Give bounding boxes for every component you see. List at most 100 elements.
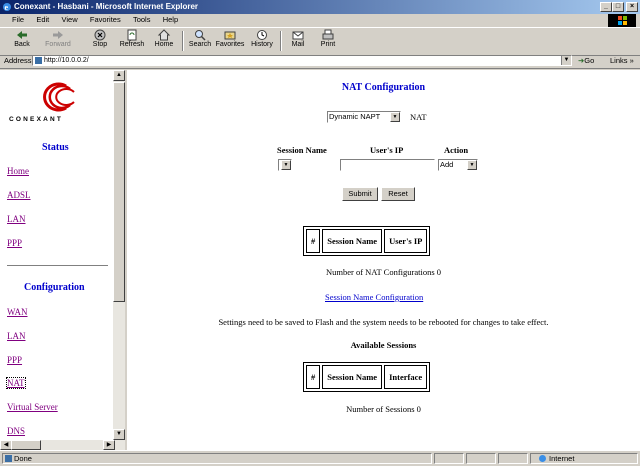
menu-edit[interactable]: Edit [36, 14, 49, 26]
brand-name: CONEXANT [9, 116, 64, 123]
address-bar: Address http://10.0.0.2/ ▼ ➜Go Links » [0, 54, 640, 69]
maximize-button[interactable]: □ [612, 2, 624, 12]
status-panel [434, 453, 464, 464]
toolbar: Back Forward Stop Refresh Home Search Fa… [0, 27, 640, 56]
page-icon [35, 57, 42, 64]
table-header-number: # [306, 229, 321, 253]
favorites-folder-icon [224, 31, 236, 40]
sidebar-link-ppp-status[interactable]: PPP [7, 238, 22, 248]
status-panel [498, 453, 528, 464]
chevron-down-icon: ▼ [467, 160, 477, 170]
configuration-heading: Configuration [24, 282, 85, 293]
address-dropdown-icon[interactable]: ▼ [561, 56, 571, 65]
sidebar-divider [7, 265, 108, 267]
address-input[interactable]: http://10.0.0.2/ ▼ [32, 55, 572, 66]
address-label: Address [4, 56, 32, 65]
users-ip-label: User's IP [370, 145, 404, 155]
forward-button[interactable]: Forward [42, 29, 74, 48]
page-title: NAT Configuration [341, 82, 426, 93]
nat-count: Number of NAT Configurations 0 [325, 267, 442, 277]
nat-mode-label: NAT [410, 112, 427, 122]
go-button[interactable]: ➜Go [578, 56, 594, 65]
svg-text:e: e [5, 3, 9, 12]
nat-table: # Session Name User's IP [303, 226, 431, 256]
home-button[interactable]: Home [148, 29, 180, 48]
history-button[interactable]: History [246, 29, 278, 48]
session-name-config-link[interactable]: Session Name Configuration [325, 292, 423, 302]
forward-arrow-icon [53, 31, 63, 39]
menu-favorites[interactable]: Favorites [90, 14, 121, 26]
scroll-right-icon[interactable]: ▶ [103, 440, 115, 450]
table-header-number: # [306, 365, 321, 389]
menu-view[interactable]: View [62, 14, 78, 26]
session-name-select[interactable]: ▼ [278, 159, 292, 171]
sidebar-link-ppp-config[interactable]: PPP [7, 355, 22, 365]
menu-help[interactable]: Help [163, 14, 178, 26]
status-panel [466, 453, 496, 464]
links-button[interactable]: Links » [610, 56, 634, 65]
security-zone-panel: Internet [530, 453, 638, 464]
reset-button[interactable]: Reset [381, 187, 415, 201]
back-button[interactable]: Back [6, 29, 38, 48]
back-arrow-icon [17, 31, 27, 39]
table-row: # Session Name Interface [306, 365, 428, 389]
sidebar-horizontal-scrollbar[interactable]: ◀ ▶ [0, 440, 125, 450]
session-name-label: Session Name [277, 145, 327, 155]
home-icon [157, 29, 171, 41]
scroll-thumb[interactable] [113, 82, 125, 302]
stop-button[interactable]: Stop [84, 29, 116, 48]
sidebar-link-dns[interactable]: DNS [7, 426, 25, 436]
search-button[interactable]: Search [184, 29, 216, 48]
printer-icon [322, 29, 334, 40]
menu-bar: File Edit View Favorites Tools Help [0, 14, 640, 26]
main-frame: NAT Configuration Dynamic NAPT ▼ NAT Ses… [127, 70, 640, 450]
conexant-logo-icon [43, 82, 75, 112]
history-icon [257, 30, 267, 40]
table-row: # Session Name User's IP [306, 229, 428, 253]
close-button[interactable]: × [626, 2, 638, 12]
chevron-down-icon: ▼ [390, 112, 400, 122]
nat-mode-select[interactable]: Dynamic NAPT ▼ [327, 111, 401, 123]
sidebar-link-adsl[interactable]: ADSL [7, 190, 31, 200]
table-header-session-name: Session Name [322, 229, 383, 253]
title-bar: e Conexant - Hasbani - Microsoft Interne… [0, 0, 640, 14]
submit-button[interactable]: Submit [342, 187, 378, 201]
globe-icon [539, 455, 546, 462]
sidebar-frame: CONEXANT Status Home ADSL LAN PPP Config… [0, 70, 113, 440]
sidebar-link-home[interactable]: Home [7, 166, 29, 176]
sidebar-link-nat[interactable]: NAT [6, 377, 26, 389]
sidebar-link-virtual-server[interactable]: Virtual Server [7, 402, 58, 412]
mail-icon [292, 31, 304, 40]
sidebar-vertical-scrollbar[interactable]: ▲ ▼ [113, 70, 125, 440]
stop-icon [94, 29, 106, 41]
available-sessions-heading: Available Sessions [350, 340, 417, 350]
scroll-down-icon[interactable]: ▼ [113, 429, 125, 440]
sidebar-link-wan[interactable]: WAN [7, 307, 28, 317]
chevron-down-icon: ▼ [281, 160, 291, 170]
search-icon [195, 30, 206, 41]
mail-button[interactable]: Mail [282, 29, 314, 48]
status-text-panel: Done [2, 453, 432, 464]
action-label: Action [444, 145, 469, 155]
reboot-notice: Settings need to be saved to Flash and t… [218, 317, 549, 327]
refresh-icon [127, 29, 137, 41]
status-bar: Done Internet [0, 450, 640, 466]
scroll-up-icon[interactable]: ▲ [113, 70, 125, 81]
print-button[interactable]: Print [312, 29, 344, 48]
address-value: http://10.0.0.2/ [44, 57, 89, 64]
status-heading: Status [42, 142, 69, 153]
users-ip-input[interactable] [340, 159, 435, 171]
table-header-session-name: Session Name [322, 365, 383, 389]
page-done-icon [5, 455, 12, 462]
table-header-interface: Interface [384, 365, 428, 389]
sidebar-link-lan-status[interactable]: LAN [7, 214, 26, 224]
minimize-button[interactable]: _ [600, 2, 612, 12]
favorites-button[interactable]: Favorites [214, 29, 246, 48]
refresh-button[interactable]: Refresh [116, 29, 148, 48]
sessions-table: # Session Name Interface [303, 362, 431, 392]
sidebar-link-lan-config[interactable]: LAN [7, 331, 26, 341]
menu-tools[interactable]: Tools [133, 14, 151, 26]
menu-file[interactable]: File [12, 14, 24, 26]
hscroll-thumb[interactable] [11, 440, 41, 450]
action-select[interactable]: Add ▼ [438, 159, 478, 171]
